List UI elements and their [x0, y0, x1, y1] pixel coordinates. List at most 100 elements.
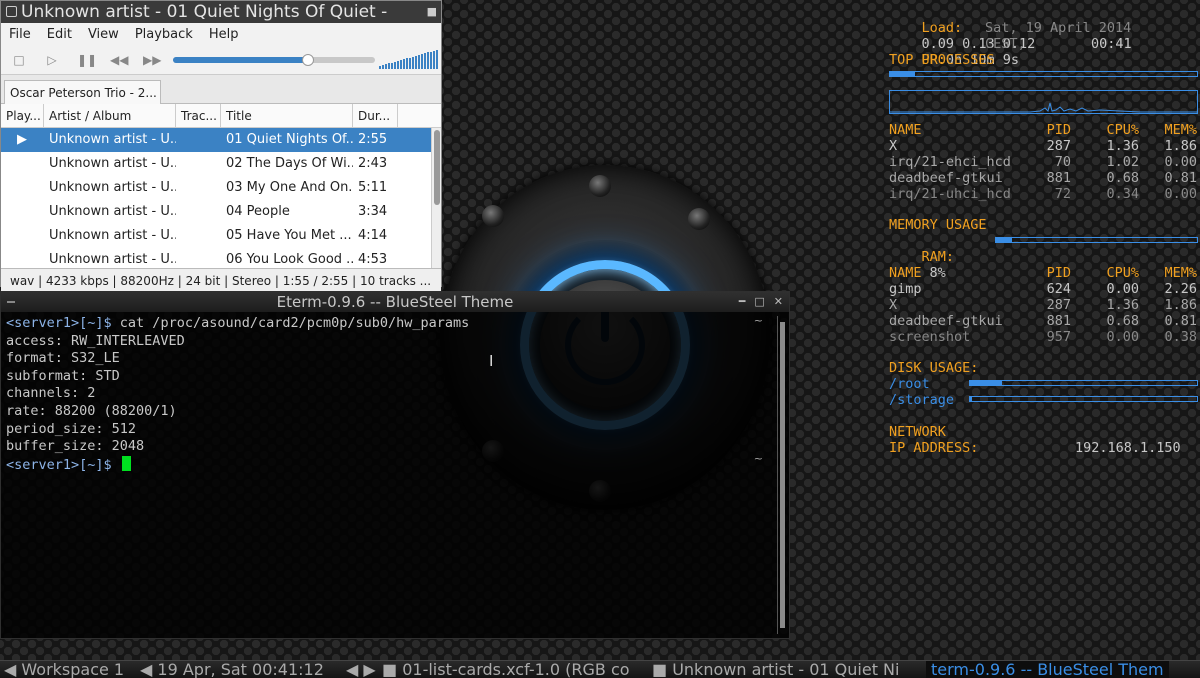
proc-name: irq/21-uhci_hcd	[889, 186, 1011, 202]
playlist-row[interactable]: Unknown artist - U... 04 People 3:34	[1, 200, 441, 224]
playlist-scrollbar[interactable]	[431, 128, 441, 268]
task-eterm[interactable]: term-0.9.6 -- BlueSteel Them	[926, 661, 1169, 678]
row-track	[176, 128, 221, 152]
volume-bar[interactable]	[379, 49, 439, 69]
column-playing[interactable]: Play...	[1, 104, 44, 127]
playlist-row[interactable]: Unknown artist - U... 05 Have You Met ...…	[1, 224, 441, 248]
volume-step	[379, 66, 381, 69]
terminal-prompt: <server1>[~]$	[6, 456, 112, 473]
volume-step	[436, 49, 438, 69]
menu-playback[interactable]: Playback	[135, 27, 193, 42]
proc-header: NAME	[889, 265, 922, 281]
bolt-icon	[688, 208, 710, 230]
proc-cpu: 1.36	[1106, 138, 1139, 154]
row-artist: Unknown artist - U...	[49, 252, 176, 267]
row-title: 05 Have You Met ...	[226, 228, 352, 243]
close-icon[interactable]: ✕	[774, 292, 783, 312]
terminal-titlebar[interactable]: Eterm-0.9.6 -- BlueSteel Theme ━ □ ✕	[1, 292, 789, 312]
pause-icon[interactable]: ❚❚	[77, 52, 97, 68]
player-statusbar: wav | 4233 kbps | 88200Hz | 24 bit | Ste…	[1, 268, 441, 293]
proc-name: irq/21-ehci_hcd	[889, 154, 1011, 170]
proc-pid: 287	[1046, 297, 1071, 313]
window-menu-icon[interactable]	[7, 301, 15, 303]
taskbar-arrows[interactable]: ◀ ▶	[346, 661, 376, 678]
play-state-cell	[1, 176, 44, 200]
next-icon[interactable]: ▶▶	[143, 52, 161, 68]
text-cursor-icon: I	[489, 352, 494, 370]
volume-step	[424, 53, 426, 69]
row-duration: 2:55	[358, 132, 388, 147]
terminal-cursor	[121, 455, 131, 471]
column-track[interactable]: Trac...	[176, 104, 221, 127]
player-toolbar: □ ▷ ❚❚ ◀◀ ▶▶	[1, 45, 441, 74]
menu-edit[interactable]: Edit	[47, 27, 72, 42]
row-artist: Unknown artist - U...	[49, 156, 176, 171]
playlist-row[interactable]: ▶ Unknown artist - U... 01 Quiet Nights Of…	[1, 128, 441, 152]
proc-name: screenshot	[889, 329, 971, 345]
disk-root-label: /root	[889, 376, 930, 392]
playlist-row[interactable]: Unknown artist - U... 03 My One And On...…	[1, 176, 441, 200]
proc-header: CPU%	[1106, 122, 1139, 138]
terminal-output[interactable]: <server1>[~]$ cat /proc/asound/card2/pcm…	[1, 312, 789, 474]
panel-clock: ◀ 19 Apr, Sat 00:41:12	[140, 660, 324, 678]
menu-help[interactable]: Help	[209, 27, 239, 42]
terminal-title: Eterm-0.9.6 -- BlueSteel Theme	[276, 293, 514, 311]
terminal-scrollbar[interactable]	[777, 316, 787, 634]
column-artist-album[interactable]: Artist / Album	[44, 104, 176, 127]
row-title: 03 My One And On...	[226, 180, 353, 195]
workspace-switcher[interactable]: ◀ Workspace 1	[4, 661, 124, 678]
proc-pid: 624	[1046, 281, 1071, 297]
row-track	[176, 248, 221, 268]
menu-file[interactable]: File	[9, 27, 31, 42]
terminal-line: rate: 88200 (88200/1)	[6, 402, 177, 419]
volume-step	[388, 63, 390, 69]
task-gimp[interactable]: ■ 01-list-cards.xcf-1.0 (RGB co	[382, 661, 630, 678]
menu-view[interactable]: View	[88, 27, 119, 42]
terminal-window: Eterm-0.9.6 -- BlueSteel Theme ━ □ ✕ <se…	[0, 291, 790, 639]
seekbar-handle[interactable]	[302, 54, 315, 66]
minimize-icon[interactable]: ■	[427, 1, 437, 23]
playlist-row[interactable]: Unknown artist - U... 06 You Look Good ..…	[1, 248, 441, 268]
volume-step	[409, 57, 411, 69]
playlist-row[interactable]: Unknown artist - U... 02 The Days Of Wi..…	[1, 152, 441, 176]
terminal-scrollbar-thumb[interactable]	[780, 322, 785, 628]
column-title[interactable]: Title	[221, 104, 353, 127]
volume-step	[391, 62, 393, 69]
proc-cpu: 0.00	[1106, 329, 1139, 345]
volume-step	[427, 52, 429, 69]
scroll-up-icon[interactable]: ~	[754, 314, 763, 327]
volume-step	[397, 60, 399, 69]
row-duration: 3:34	[358, 204, 388, 219]
player-titlebar[interactable]: Unknown artist - 01 Quiet Nights Of Quie…	[1, 1, 441, 23]
ram-bar	[995, 237, 1198, 243]
volume-step	[406, 58, 408, 69]
proc-header: PID	[1046, 265, 1071, 281]
previous-icon[interactable]: ◀◀	[110, 52, 128, 68]
row-track	[176, 200, 221, 224]
playlist-scrollbar-thumb[interactable]	[434, 130, 440, 205]
volume-step	[385, 64, 387, 69]
column-duration[interactable]: Dur...	[353, 104, 398, 127]
maximize-icon[interactable]: □	[754, 292, 764, 312]
window-menu-icon[interactable]	[6, 6, 17, 17]
minimize-icon[interactable]: ━	[739, 292, 746, 312]
stop-icon[interactable]: □	[11, 52, 27, 68]
play-icon[interactable]: ▷	[44, 52, 60, 68]
proc-cpu: 1.02	[1106, 154, 1139, 170]
top-processes-title: TOP PROCESSES	[889, 52, 995, 68]
seekbar[interactable]	[173, 54, 375, 66]
row-duration: 5:11	[358, 180, 388, 195]
row-artist: Unknown artist - U...	[49, 204, 176, 219]
proc-name: X	[889, 138, 898, 154]
play-state-cell	[1, 248, 44, 268]
row-artist: Unknown artist - U...	[49, 180, 176, 195]
proc-cpu: 0.00	[1106, 281, 1139, 297]
terminal-line: access: RW_INTERLEAVED	[6, 332, 185, 349]
row-track	[176, 152, 221, 176]
task-deadbeef[interactable]: ■ Unknown artist - 01 Quiet Ni	[652, 661, 899, 678]
proc-header: PID	[1046, 122, 1071, 138]
proc-pid: 70	[1054, 154, 1071, 170]
playlist-tab[interactable]: Oscar Peterson Trio - 2...	[4, 80, 161, 105]
proc-pid: 881	[1046, 313, 1071, 329]
terminal-line: format: S32_LE	[6, 350, 120, 367]
